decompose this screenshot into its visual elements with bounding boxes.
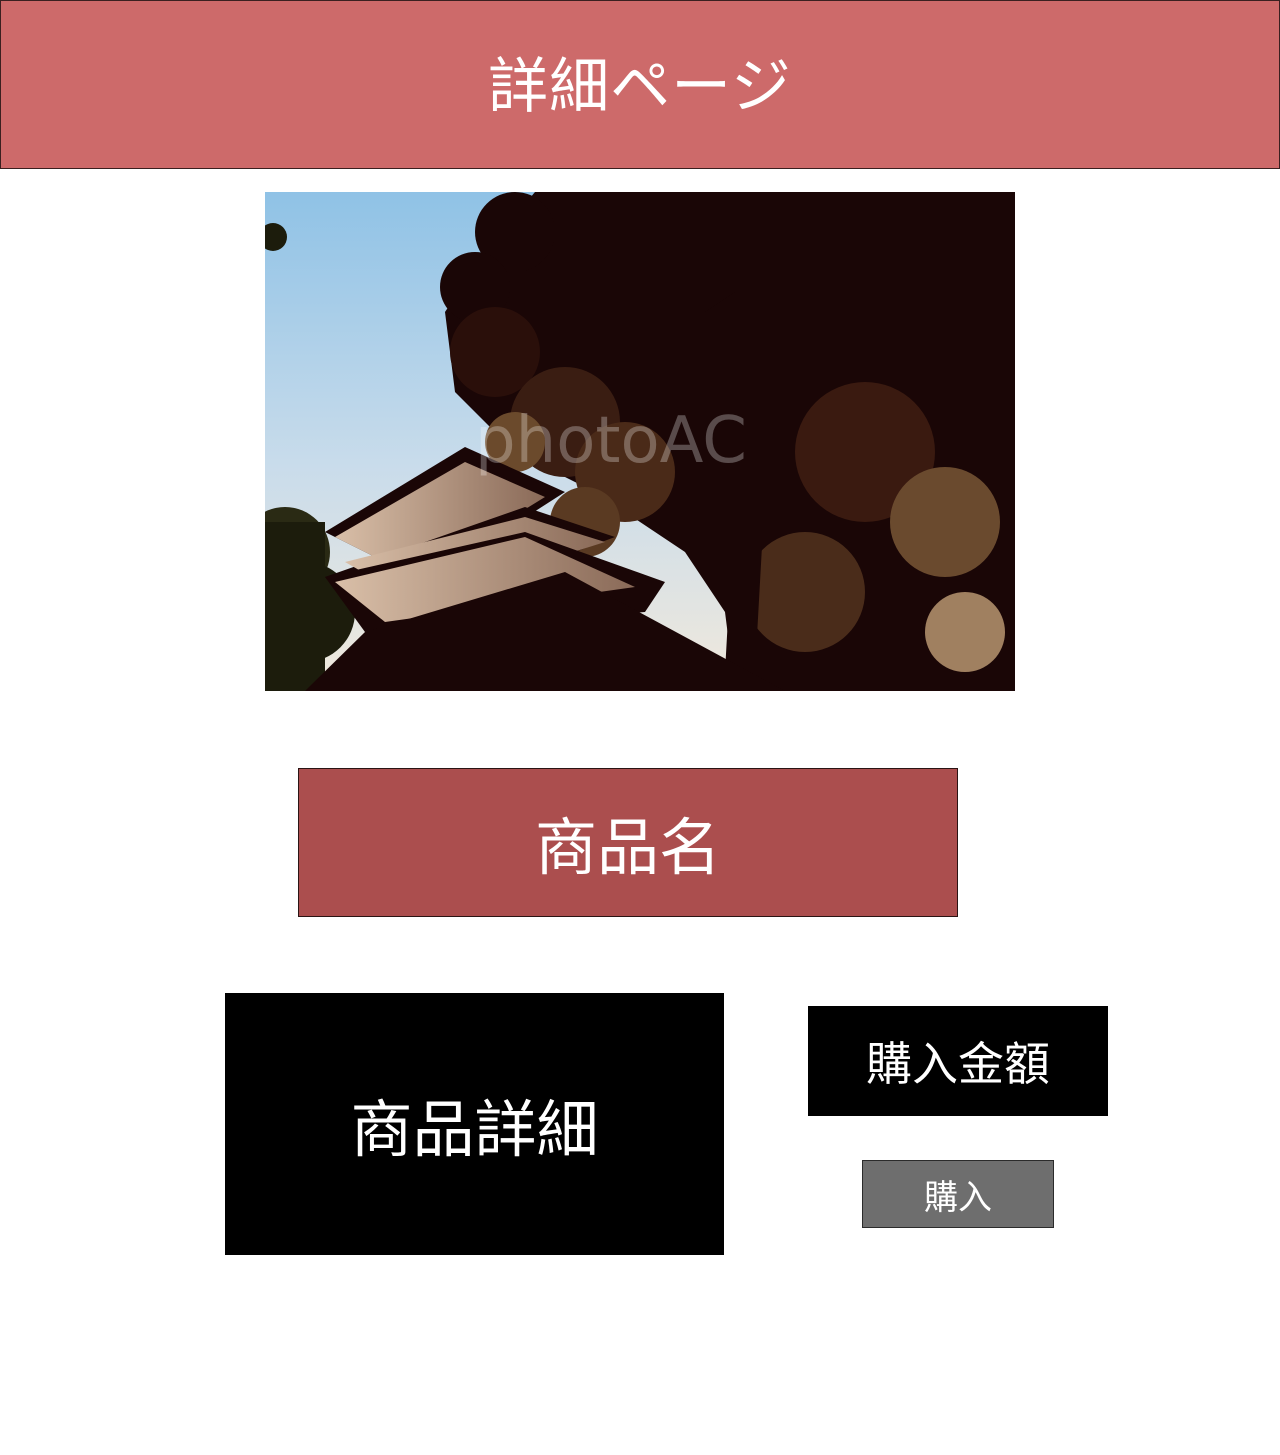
page-title: 詳細ページ <box>488 52 792 122</box>
book-stack-photo-icon: photoAC <box>265 192 1015 691</box>
purchase-price-box: 購入金額 <box>808 1006 1108 1116</box>
purchase-price-label: 購入金額 <box>866 1037 1050 1091</box>
watermark-text: photoAC <box>475 404 747 478</box>
product-detail-label: 商品詳細 <box>350 1093 599 1166</box>
buy-button-label: 購入 <box>924 1177 992 1218</box>
buy-button[interactable]: 購入 <box>862 1160 1054 1228</box>
product-name-box: 商品名 <box>298 768 958 917</box>
product-name-label: 商品名 <box>534 810 721 884</box>
product-detail-box: 商品詳細 <box>225 993 724 1255</box>
page-header: 詳細ページ <box>0 0 1280 169</box>
product-image: photoAC <box>265 192 1015 691</box>
